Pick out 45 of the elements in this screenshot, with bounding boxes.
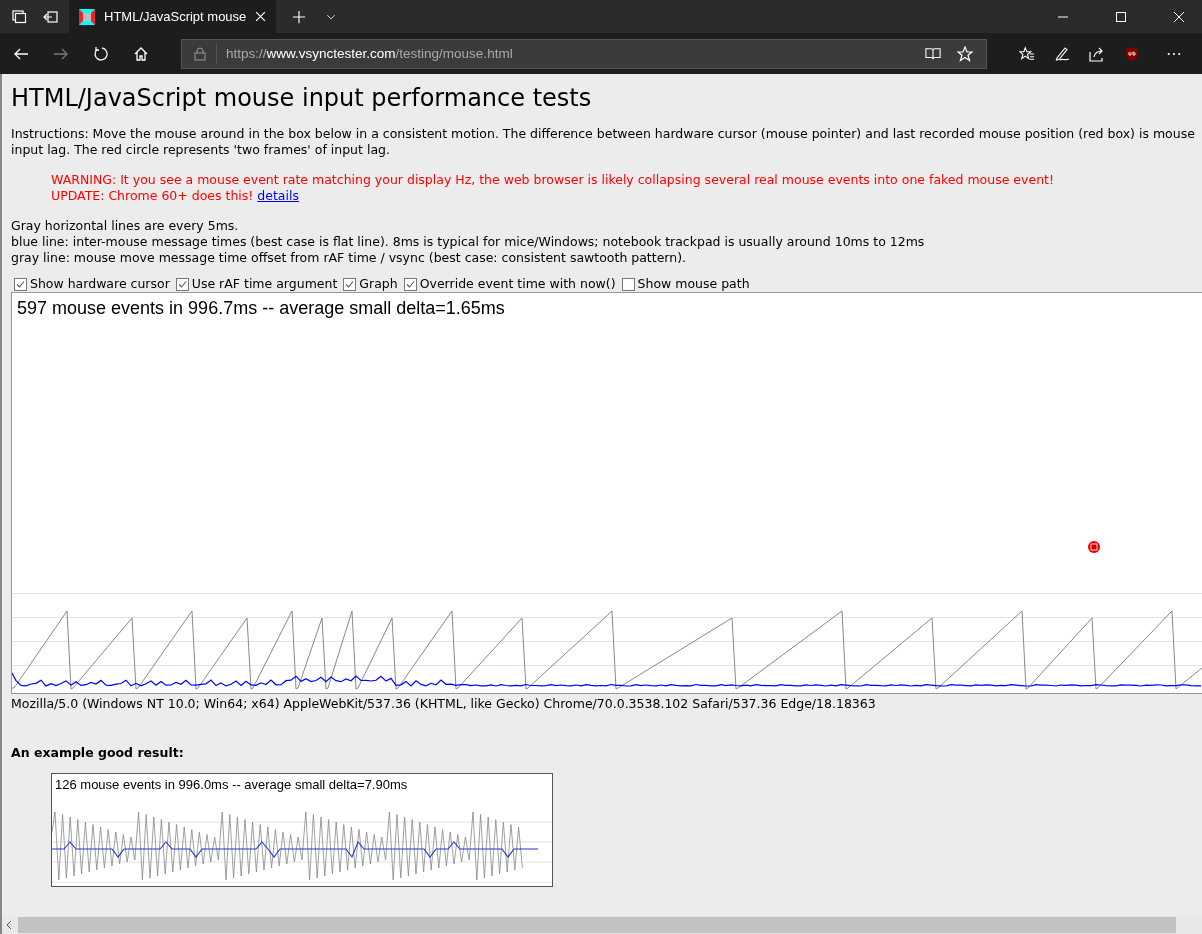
tabs-aside-icon[interactable] bbox=[11, 8, 27, 25]
test-area[interactable]: 597 mouse events in 996.7ms -- average small delta=1.65ms bbox=[11, 292, 1202, 694]
favicon-icon bbox=[79, 8, 95, 25]
address-bar[interactable]: https://www.vsynctester.com/testing/mouse.html bbox=[181, 38, 987, 69]
url-text: https://www.vsynctester.com/testing/mouse.html bbox=[226, 46, 513, 61]
lock-icon bbox=[194, 46, 206, 61]
note-text: blue line: inter-mouse message times (best case is flat line). 8ms is typical for mice/Windows; notebook trackpad is usually around 10ms to 12ms bbox=[11, 234, 926, 250]
checkbox[interactable] bbox=[621, 277, 635, 291]
user-agent-text: Mozilla/5.0 (Windows NT 10.0; Win64; x64) AppleWebKit/537.36 (KHTML, like Gecko) Chrome/70.0.3538.102 Safari/537.36 Edge/18.18363 bbox=[11, 696, 877, 711]
new-tab-icon[interactable] bbox=[292, 9, 307, 24]
example-heading: An example good result: bbox=[11, 745, 185, 760]
warning-text: UPDATE: Chrome 60+ does this! bbox=[51, 188, 254, 203]
checkbox[interactable] bbox=[403, 277, 417, 291]
close-icon[interactable] bbox=[1173, 10, 1185, 23]
refresh-icon[interactable] bbox=[93, 45, 109, 62]
pen-icon[interactable] bbox=[1054, 45, 1070, 62]
checkbox[interactable] bbox=[175, 277, 189, 291]
shield-icon[interactable] bbox=[1124, 45, 1140, 62]
set-tabs-aside-icon[interactable] bbox=[43, 8, 59, 25]
option-label[interactable]: Show hardware cursor bbox=[30, 276, 170, 292]
favorites-icon[interactable] bbox=[1019, 45, 1035, 62]
checkbox[interactable] bbox=[14, 277, 27, 291]
option-label[interactable]: Override event time with now() bbox=[419, 276, 616, 292]
lag-circle-marker bbox=[1087, 540, 1101, 554]
instructions-text: Instructions: Move the mouse around in the box below in a consistent motion. The difference between hardware cursor (mouse pointer) and last recorded mouse position (red box) is mouse input lag. The red circle represents 'two frames' of input lag. bbox=[11, 126, 1196, 158]
scroll-left-icon[interactable] bbox=[6, 920, 12, 930]
option-label[interactable]: Use rAF time argument bbox=[191, 276, 338, 292]
more-icon[interactable] bbox=[1167, 51, 1181, 56]
home-icon[interactable] bbox=[133, 45, 149, 62]
option-label[interactable]: Graph bbox=[359, 276, 398, 292]
checkbox[interactable] bbox=[343, 277, 357, 291]
note-text: Gray horizontal lines are every 5ms. bbox=[11, 218, 240, 234]
close-tab-icon[interactable] bbox=[255, 11, 267, 22]
option-label[interactable]: Show mouse path bbox=[637, 276, 750, 292]
details-link[interactable]: details bbox=[257, 188, 299, 203]
reading-view-icon[interactable] bbox=[925, 45, 941, 62]
stats-text: 597 mouse events in 996.7ms -- average small delta=1.65ms bbox=[16, 297, 506, 319]
note-text: gray line: mouse move message time offset from rAF time / vsync (best case: consistent sawtooth pattern). bbox=[11, 250, 688, 266]
example-stats-text: 126 mouse events in 996.0ms -- average small delta=7.90ms bbox=[54, 776, 409, 792]
warning-text: WARNING: It you see a mouse event rate matching your display Hz, the web browser is likely collapsing several real mouse events into one faked mouse event! bbox=[51, 172, 1055, 188]
maximize-icon[interactable] bbox=[1115, 10, 1127, 23]
share-icon[interactable] bbox=[1089, 45, 1105, 62]
browser-tab[interactable]: HTML/JavaScript mouse bbox=[69, 0, 277, 33]
page-title: HTML/JavaScript mouse input performance tests bbox=[11, 84, 593, 112]
star-icon[interactable] bbox=[957, 45, 973, 62]
